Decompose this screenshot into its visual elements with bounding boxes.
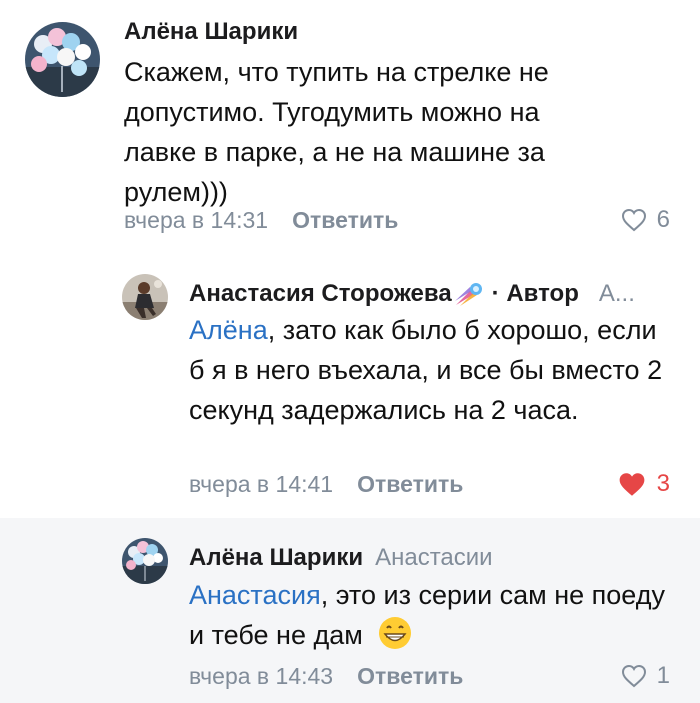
- reply-button[interactable]: Ответить: [357, 471, 463, 497]
- comment: Алёна Шарики Скажем, что тупить на стрел…: [0, 0, 700, 250]
- comment-meta: вчера в 14:43 Ответить: [189, 661, 463, 691]
- comment-text: Скажем, что тупить на стрелке не допусти…: [124, 52, 604, 212]
- like-button[interactable]: 6: [621, 205, 670, 235]
- mention-link[interactable]: Алёна: [189, 315, 268, 345]
- author-name-wrap[interactable]: Анастасия Сторожева: [189, 279, 484, 309]
- author-name: Анастасия Сторожева: [189, 280, 452, 307]
- like-count: 1: [656, 662, 670, 689]
- timestamp: вчера в 14:43: [189, 663, 334, 689]
- author-name[interactable]: Алёна Шарики: [189, 543, 363, 573]
- author-role: · Автор: [491, 280, 579, 307]
- reply-to-truncated[interactable]: А...: [599, 279, 635, 309]
- comment-meta: вчера в 14:41 Ответить: [189, 469, 463, 499]
- timestamp: вчера в 14:41: [189, 471, 334, 497]
- reply-to[interactable]: Анастасии: [375, 543, 493, 573]
- author-name[interactable]: Алёна Шарики: [124, 17, 298, 47]
- author-line: Анастасия Сторожева · Автор А...: [189, 279, 635, 309]
- reply-button[interactable]: Ответить: [357, 663, 463, 689]
- mention-link[interactable]: Анастасия: [189, 580, 321, 610]
- grinning-emoji: [379, 617, 412, 649]
- like-count: 3: [656, 470, 670, 497]
- comet-emoji: [454, 283, 482, 306]
- comment: Алёна Шарики Анастасии Анастасия, это из…: [0, 518, 700, 703]
- reply-button[interactable]: Ответить: [292, 207, 398, 233]
- comment: Анастасия Сторожева · Автор А... Алёна, …: [0, 250, 700, 518]
- timestamp: вчера в 14:31: [124, 207, 269, 233]
- author-line: Алёна Шарики: [124, 17, 298, 47]
- comment-text: Алёна, зато как было б хорошо, если б я …: [189, 310, 679, 430]
- author-line: Алёна Шарики Анастасии: [189, 543, 493, 573]
- heart-icon: [619, 472, 645, 496]
- heart-icon: [621, 664, 646, 688]
- avatar[interactable]: [122, 538, 168, 584]
- avatar[interactable]: [122, 274, 168, 320]
- comment-text-body: Скажем, что тупить на стрелке не допусти…: [124, 57, 549, 207]
- like-button[interactable]: 1: [621, 661, 670, 691]
- heart-icon: [621, 208, 646, 232]
- like-count: 6: [656, 206, 670, 233]
- comment-text: Анастасия, это из серии сам не поеду и т…: [189, 575, 679, 655]
- avatar[interactable]: [25, 22, 100, 97]
- comment-meta: вчера в 14:31 Ответить: [124, 205, 398, 235]
- like-button[interactable]: 3: [617, 469, 670, 499]
